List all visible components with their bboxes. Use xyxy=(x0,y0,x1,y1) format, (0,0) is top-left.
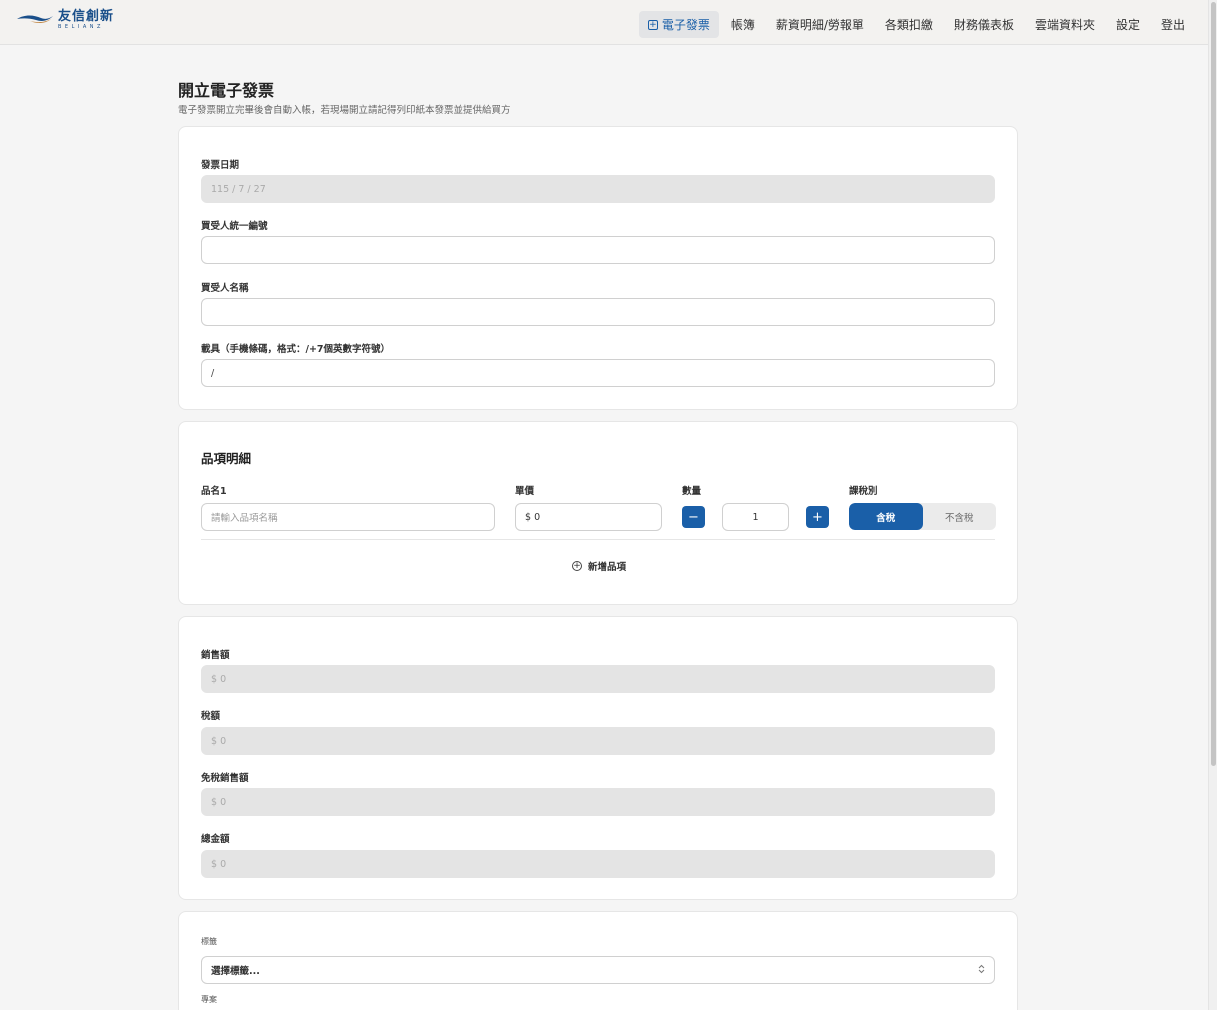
top-nav: 友信創新 BELIANZ + 電子發票 帳簿 薪資明細/勞報單 各類扣繳 財務儀… xyxy=(0,0,1208,45)
nav-item-settings[interactable]: 設定 xyxy=(1107,11,1149,38)
tax-amount-field: $ 0 xyxy=(201,727,995,755)
add-square-icon: + xyxy=(647,19,658,30)
add-item-button[interactable]: + 新增品項 xyxy=(179,559,1019,573)
carrier-input[interactable]: / xyxy=(201,359,995,387)
carrier-label: 載具（手機條碼，格式：/+7個英數字符號） xyxy=(201,344,391,355)
buyer-id-label: 買受人統一編號 xyxy=(201,221,268,232)
nav-item-e-invoice[interactable]: + 電子發票 xyxy=(638,11,719,38)
sales-amount-field: $ 0 xyxy=(201,665,995,693)
tax-excluded-option[interactable]: 不含稅 xyxy=(923,503,997,530)
quantity-decrement-button[interactable]: − xyxy=(682,506,705,528)
nav-item-label: 電子發票 xyxy=(661,18,710,32)
items-divider xyxy=(201,539,995,540)
invoice-date-label: 發票日期 xyxy=(201,160,240,171)
quantity-label: 數量 xyxy=(682,486,702,497)
page-scrollbar[interactable] xyxy=(1208,0,1217,1010)
buyer-name-label: 買受人名稱 xyxy=(201,283,249,294)
logo-main-text: 友信創新 xyxy=(58,9,115,24)
quantity-increment-button[interactable]: + xyxy=(806,506,829,528)
chevron-up-down-icon xyxy=(978,964,985,977)
logo-sub-text: BELIANZ xyxy=(58,24,104,30)
buyer-name-input[interactable] xyxy=(201,298,995,326)
invoice-date-field: 115 / 7 / 27 xyxy=(201,175,995,203)
nav-item-payroll[interactable]: 薪資明細/勞報單 xyxy=(767,11,873,38)
nav-item-withholding[interactable]: 各類扣繳 xyxy=(876,11,942,38)
total-amount-label: 總金額 xyxy=(201,834,230,845)
tag-select[interactable]: 選擇標籤... xyxy=(201,956,995,984)
quantity-input[interactable]: 1 xyxy=(722,503,789,531)
totals-card: 銷售額 $ 0 稅額 $ 0 免稅銷售額 $ 0 總金額 $ 0 xyxy=(178,616,1018,900)
logo[interactable]: 友信創新 BELIANZ xyxy=(16,10,114,30)
page-subtitle: 電子發票開立完畢後會自動入帳，若現場開立請記得列印紙本發票並提供給買方 xyxy=(178,105,511,116)
exempt-sales-field: $ 0 xyxy=(201,788,995,816)
buyer-id-input[interactable] xyxy=(201,236,995,264)
unit-price-input[interactable]: $ 0 xyxy=(515,503,662,531)
nav-item-ledger[interactable]: 帳簿 xyxy=(722,11,764,38)
tax-amount-label: 稅額 xyxy=(201,711,221,722)
total-amount-field: $ 0 xyxy=(201,850,995,878)
tag-label: 標籤 xyxy=(201,937,217,946)
logo-wave-icon xyxy=(17,15,53,24)
sales-amount-label: 銷售額 xyxy=(201,650,230,661)
tags-card: 標籤 選擇標籤... 專案 xyxy=(178,911,1018,1010)
item-name-label: 品名1 xyxy=(201,486,227,497)
nav-item-logout[interactable]: 登出 xyxy=(1152,11,1194,38)
exempt-sales-label: 免稅銷售額 xyxy=(201,773,249,784)
add-item-label: 新增品項 xyxy=(587,562,626,573)
items-card: 品項明細 品名1 請輸入品項名稱 單價 $ 0 數量 − 1 + 課稅別 含稅 … xyxy=(178,421,1018,605)
scrollbar-thumb[interactable] xyxy=(1211,2,1216,766)
tax-type-label: 課稅別 xyxy=(849,486,878,497)
project-label: 專案 xyxy=(201,995,217,1004)
invoice-info-card: 發票日期 115 / 7 / 27 買受人統一編號 買受人名稱 載具（手機條碼，… xyxy=(178,126,1018,410)
nav-item-dashboard[interactable]: 財務儀表板 xyxy=(945,11,1023,38)
item-name-input[interactable]: 請輸入品項名稱 xyxy=(201,503,495,531)
nav-item-cloud-folder[interactable]: 雲端資料夾 xyxy=(1026,11,1104,38)
add-circle-icon: + xyxy=(571,561,582,571)
tax-included-option[interactable]: 含稅 xyxy=(849,503,923,530)
unit-price-label: 單價 xyxy=(515,486,535,497)
tag-select-value: 選擇標籤... xyxy=(211,966,260,977)
items-section-title: 品項明細 xyxy=(201,451,252,466)
tax-type-toggle: 含稅 不含稅 xyxy=(849,503,996,530)
nav-menu: + 電子發票 帳簿 薪資明細/勞報單 各類扣繳 財務儀表板 雲端資料夾 設定 登… xyxy=(636,11,1194,38)
page-title: 開立電子發票 xyxy=(178,81,275,100)
